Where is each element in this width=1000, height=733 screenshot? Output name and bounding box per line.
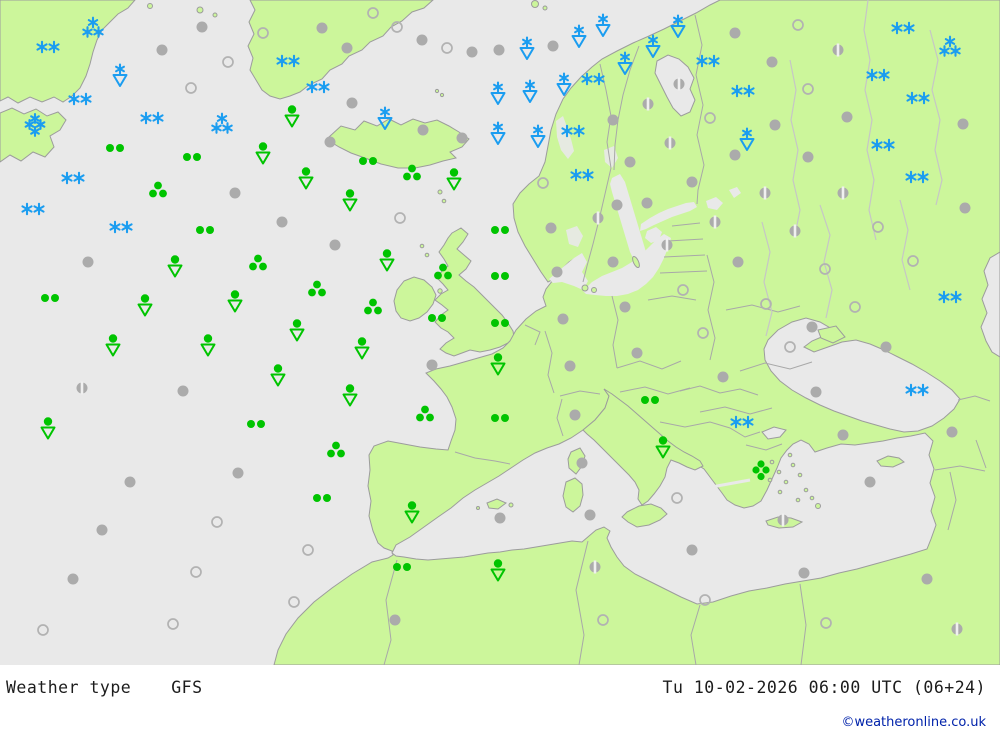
- overcast-symbol: [466, 46, 478, 58]
- status-bar: Weather type GFS Tu 10-02-2026 06:00 UTC…: [0, 665, 1000, 733]
- overcast-symbol: [564, 360, 576, 372]
- europe-weather-map: [0, 0, 1000, 665]
- overcast-symbol: [806, 321, 818, 333]
- overcast-symbol: [766, 56, 778, 68]
- status-line: Weather type GFS Tu 10-02-2026 06:00 UTC…: [0, 665, 1000, 697]
- overcast-symbol: [324, 136, 336, 148]
- overcast-symbol: [426, 359, 438, 371]
- overcast-symbol: [232, 467, 244, 479]
- overcast-symbol: [624, 156, 636, 168]
- overcast-symbol: [841, 111, 853, 123]
- product-label: Weather type: [6, 678, 132, 697]
- overcast-symbol: [641, 197, 653, 209]
- overcast-symbol: [229, 187, 241, 199]
- model-label: GFS: [171, 678, 203, 697]
- overcast-symbol: [545, 222, 557, 234]
- overcast-symbol: [946, 426, 958, 438]
- overcast-symbol: [584, 509, 596, 521]
- overcast-symbol: [276, 216, 288, 228]
- overcast-symbol: [156, 44, 168, 56]
- overcast-symbol: [880, 341, 892, 353]
- overcast-symbol: [810, 386, 822, 398]
- overcast-symbol: [607, 256, 619, 268]
- overcast-symbol: [346, 97, 358, 109]
- overcast-symbol: [619, 301, 631, 313]
- overcast-symbol: [416, 34, 428, 46]
- overcast-symbol: [686, 544, 698, 556]
- overcast-symbol: [493, 44, 505, 56]
- overcast-symbol: [547, 40, 559, 52]
- overcast-symbol: [196, 21, 208, 33]
- overcast-symbol: [607, 114, 619, 126]
- overcast-symbol: [124, 476, 136, 488]
- overcast-symbol: [864, 476, 876, 488]
- overcast-symbol: [798, 567, 810, 579]
- weather-map-page: Weather type GFS Tu 10-02-2026 06:00 UTC…: [0, 0, 1000, 733]
- copyright-link[interactable]: ©weatheronline.co.uk: [841, 715, 986, 730]
- overcast-symbol: [456, 132, 468, 144]
- overcast-symbol: [557, 313, 569, 325]
- overcast-symbol: [769, 119, 781, 131]
- overcast-symbol: [686, 176, 698, 188]
- overcast-symbol: [802, 151, 814, 163]
- overcast-symbol: [569, 409, 581, 421]
- overcast-symbol: [717, 371, 729, 383]
- overcast-symbol: [729, 27, 741, 39]
- overcast-symbol: [417, 124, 429, 136]
- map-canvas: [0, 0, 1000, 665]
- overcast-symbol: [921, 573, 933, 585]
- overcast-symbol: [631, 347, 643, 359]
- overcast-symbol: [837, 429, 849, 441]
- overcast-symbol: [82, 256, 94, 268]
- overcast-symbol: [389, 614, 401, 626]
- overcast-symbol: [551, 266, 563, 278]
- overcast-symbol: [96, 524, 108, 536]
- overcast-symbol: [959, 202, 971, 214]
- overcast-symbol: [316, 22, 328, 34]
- datetime-label: Tu 10-02-2026 06:00 UTC (06+24): [662, 678, 986, 697]
- overcast-symbol: [494, 512, 506, 524]
- overcast-symbol: [576, 457, 588, 469]
- overcast-symbol: [67, 573, 79, 585]
- overcast-symbol: [329, 239, 341, 251]
- overcast-symbol: [957, 118, 969, 130]
- overcast-symbol: [177, 385, 189, 397]
- overcast-symbol: [732, 256, 744, 268]
- overcast-symbol: [611, 199, 623, 211]
- overcast-symbol: [341, 42, 353, 54]
- overcast-symbol: [729, 149, 741, 161]
